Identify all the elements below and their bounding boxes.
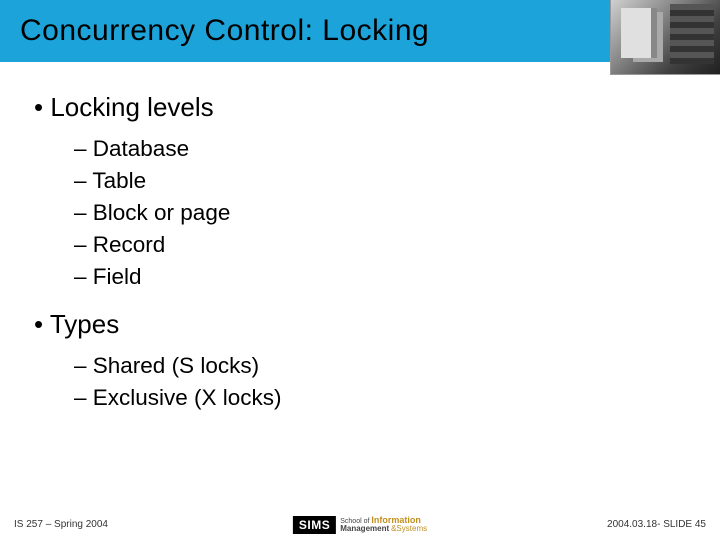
slide-body: • Locking levels – Database – Table – Bl… bbox=[0, 62, 720, 414]
sims-logo: SIMS bbox=[293, 516, 336, 534]
decorative-photo bbox=[610, 0, 720, 75]
list-item: – Exclusive (X locks) bbox=[74, 382, 692, 414]
list-item: – Database bbox=[74, 133, 692, 165]
list-item: – Record bbox=[74, 229, 692, 261]
types-list: – Shared (S locks) – Exclusive (X locks) bbox=[28, 350, 692, 414]
bullet-types: • Types bbox=[28, 309, 692, 340]
slide-footer: IS 257 – Spring 2004 SIMS School of Info… bbox=[0, 519, 720, 530]
list-item: – Shared (S locks) bbox=[74, 350, 692, 382]
bullet-locking-levels: • Locking levels bbox=[28, 92, 692, 123]
footer-logo-block: SIMS School of Information Management &S… bbox=[293, 516, 427, 534]
logo-management: Management bbox=[340, 524, 389, 533]
footer-slide-number: 2004.03.18- SLIDE 45 bbox=[607, 519, 706, 530]
list-item: – Block or page bbox=[74, 197, 692, 229]
footer-course: IS 257 – Spring 2004 bbox=[14, 519, 108, 530]
list-item: – Table bbox=[74, 165, 692, 197]
slide-title: Concurrency Control: Locking bbox=[20, 14, 429, 48]
levels-list: – Database – Table – Block or page – Rec… bbox=[28, 133, 692, 293]
logo-systems: &Systems bbox=[391, 524, 427, 533]
sims-text: School of Information Management &System… bbox=[340, 516, 427, 533]
list-item: – Field bbox=[74, 261, 692, 293]
